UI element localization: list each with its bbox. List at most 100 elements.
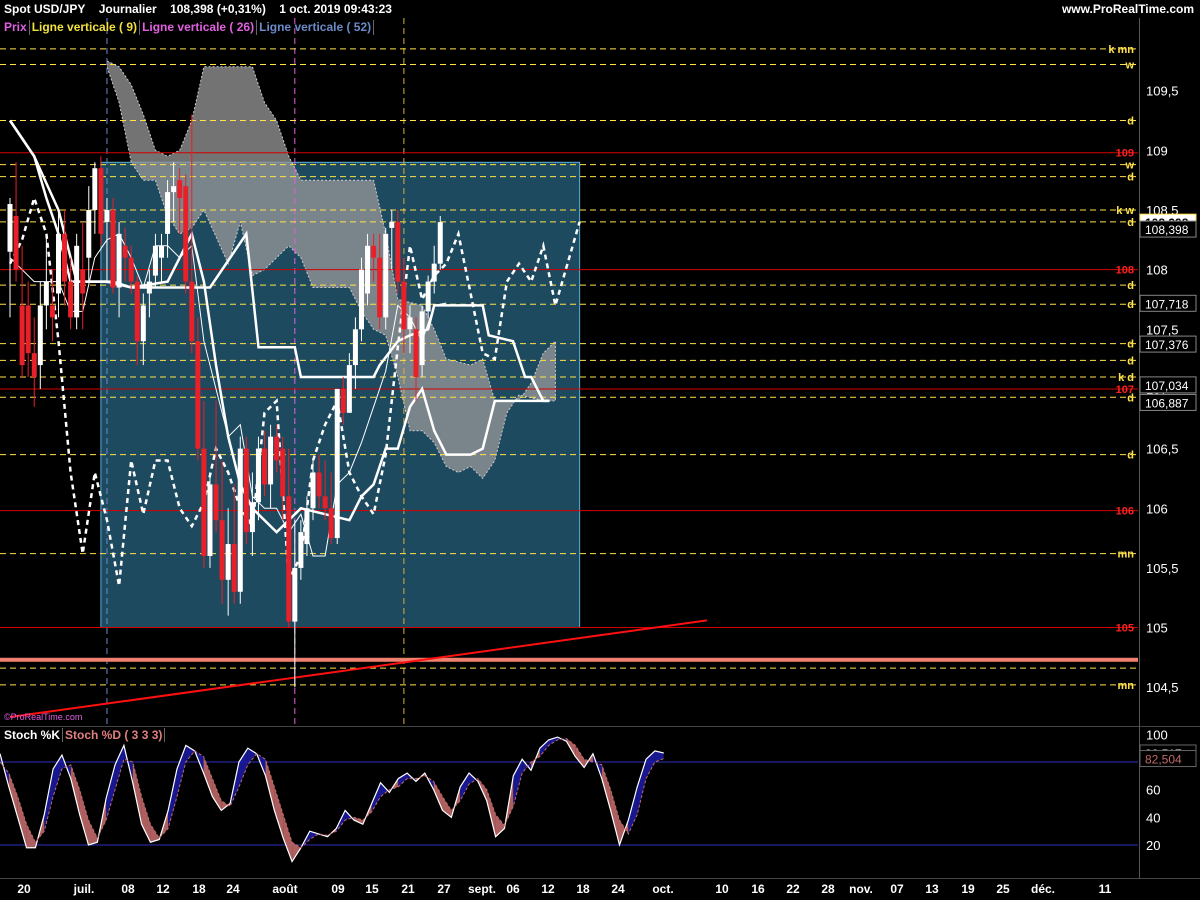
candle-body-8 <box>55 233 61 294</box>
price-label-4: 107,034 <box>1145 379 1189 393</box>
stoch-tick-4: 20 <box>1146 838 1160 853</box>
level-tag-5: d <box>1127 172 1134 184</box>
watermark: ©ProRealTime.com <box>4 712 83 722</box>
x-tick-1: juil. <box>73 882 95 896</box>
level-tag-19: 105 <box>1116 623 1134 635</box>
candle-body-3 <box>25 305 31 354</box>
candle-body-54 <box>334 388 340 539</box>
x-tick-13: 12 <box>541 882 555 896</box>
candle-body-63 <box>389 221 395 228</box>
price-tick-4: 107,5 <box>1146 322 1179 337</box>
candle-body-40 <box>249 502 255 533</box>
candle-body-45 <box>280 448 286 497</box>
candle-body-17 <box>110 209 116 288</box>
chart-canvas[interactable]: k mnwd109wdk wd108ddddk d107dd106mn105mn… <box>0 0 1200 900</box>
stoch-tick-3: 40 <box>1146 810 1160 825</box>
candle-body-41 <box>255 448 261 503</box>
legend-stoch-k[interactable]: Stoch %K <box>2 728 64 742</box>
price-tick-8: 105,5 <box>1146 561 1179 576</box>
x-tick-7: 09 <box>331 882 345 896</box>
candle-body-27 <box>171 186 177 193</box>
candle-body-28 <box>177 180 183 199</box>
candle-body-66 <box>407 317 413 330</box>
candle-body-61 <box>377 257 383 318</box>
price-label-1: 108,398 <box>1145 223 1189 237</box>
x-tick-9: 21 <box>401 882 415 896</box>
legend-prix[interactable]: Prix <box>2 20 30 35</box>
candle-body-29 <box>183 186 189 282</box>
x-tick-2: 08 <box>121 882 135 896</box>
candle-body-70 <box>431 263 437 282</box>
candle-body-33 <box>207 484 213 556</box>
level-tag-8: 108 <box>1116 265 1134 277</box>
candle-body-39 <box>243 448 249 533</box>
level-tag-4: w <box>1124 160 1134 172</box>
candle-body-68 <box>419 311 425 366</box>
level-tag-1: w <box>1124 59 1134 71</box>
instrument-name: Spot USD/JPY <box>4 2 86 16</box>
price-tick-3: 108 <box>1146 263 1168 278</box>
price-label-3: 107,376 <box>1145 338 1189 352</box>
candle-body-67 <box>413 329 419 378</box>
candle-body-2 <box>19 305 25 366</box>
candle-body-32 <box>201 448 207 556</box>
top-bar: Spot USD/JPY Journalier 108,398 (+0,31%)… <box>0 0 1200 18</box>
timestamp: 1 oct. 2019 09:43:23 <box>279 2 392 16</box>
candle-body-69 <box>425 281 431 312</box>
candle-body-62 <box>383 233 389 318</box>
level-tag-0: k mn <box>1108 44 1134 56</box>
candle-body-56 <box>346 365 352 413</box>
trading-chart-app: k mn w d 109 w d k w d 108 d d d d k d 107 d d 106 mn 105 mn… <box>0 0 1200 900</box>
x-tick-4: 18 <box>192 882 206 896</box>
x-tick-16: oct. <box>652 882 673 896</box>
candle-body-21 <box>134 281 140 342</box>
x-tick-5: 24 <box>226 882 240 896</box>
legend-vertical-52[interactable]: Ligne verticale ( 52) <box>257 20 375 35</box>
level-tag-13: k d <box>1118 372 1134 384</box>
stoch-tick-0: 100 <box>1146 727 1168 742</box>
candle-body-30 <box>189 281 195 342</box>
price-tick-6: 106,5 <box>1146 442 1179 457</box>
candle-body-22 <box>140 305 146 342</box>
level-tag-18: mn <box>1118 549 1135 561</box>
candle-body-18 <box>116 233 122 288</box>
candle-body-58 <box>358 269 364 330</box>
candle-body-64 <box>395 221 401 282</box>
x-tick-11: sept. <box>468 882 496 896</box>
candle-body-38 <box>237 448 243 592</box>
level-tag-7: d <box>1127 217 1134 229</box>
price-tick-7: 106 <box>1146 501 1168 516</box>
candle-body-25 <box>159 245 164 258</box>
level-tag-6: k w <box>1116 205 1134 217</box>
price-tick-10: 104,5 <box>1146 680 1179 695</box>
candle-body-16 <box>104 209 110 222</box>
candle-body-59 <box>365 245 371 294</box>
legend-stoch-d[interactable]: Stoch %D ( 3 3 3) <box>63 728 166 742</box>
candle-body-37 <box>231 544 237 592</box>
candle-body-11 <box>74 245 80 318</box>
x-tick-15: 24 <box>611 882 625 896</box>
stoch-legend: Stoch %K Stoch %D ( 3 3 3) <box>2 728 166 742</box>
legend-vertical-9[interactable]: Ligne verticale ( 9) <box>30 20 141 35</box>
candle-body-46 <box>286 496 292 622</box>
x-tick-10: 27 <box>437 882 451 896</box>
candle-body-13 <box>86 209 92 258</box>
price-tick-0: 109,5 <box>1146 84 1179 99</box>
candle-body-57 <box>352 329 358 366</box>
candle-body-50 <box>310 472 316 509</box>
site-link[interactable]: www.ProRealTime.com <box>1062 0 1194 18</box>
candle-body-6 <box>43 281 49 306</box>
x-tick-0: 20 <box>17 882 31 896</box>
x-tick-8: 15 <box>365 882 379 896</box>
legend-vertical-26[interactable]: Ligne verticale ( 26) <box>140 20 258 35</box>
level-tag-16: d <box>1127 450 1134 462</box>
x-tick-18: 16 <box>751 882 765 896</box>
candle-body-36 <box>225 544 231 580</box>
candle-body-55 <box>340 388 346 413</box>
period: Journalier <box>98 2 157 16</box>
x-tick-14: 18 <box>576 882 590 896</box>
candle-body-48 <box>298 532 304 568</box>
price-tick-9: 105 <box>1146 621 1168 636</box>
x-tick-21: nov. <box>849 882 873 896</box>
level-tag-15: d <box>1127 392 1134 404</box>
